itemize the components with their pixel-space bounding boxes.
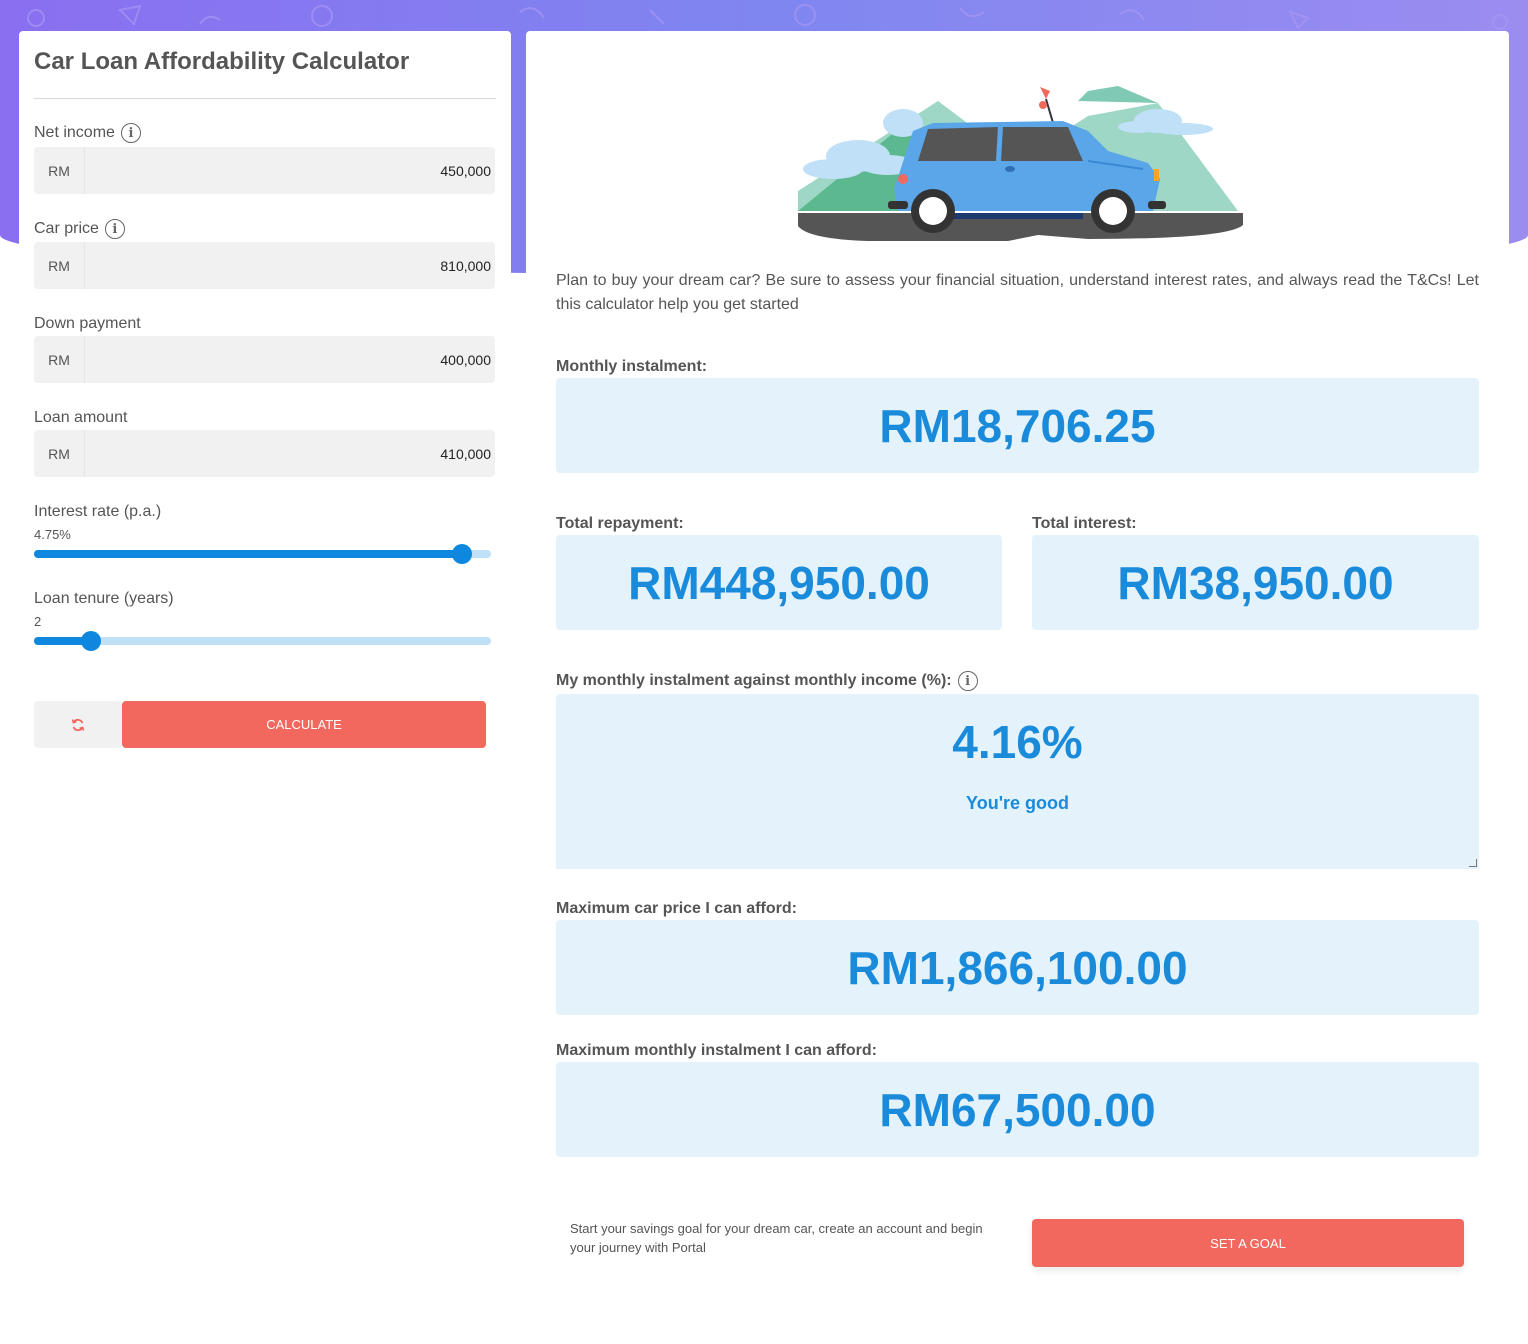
affordability-status[interactable]: You're good [556, 789, 1479, 869]
intro-text: Plan to buy your dream car? Be sure to a… [556, 272, 1479, 313]
max-monthly-instalment-value: RM67,500.00 [556, 1062, 1479, 1157]
results-panel: Plan to buy your dream car? Be sure to a… [526, 31, 1509, 1341]
car-price-label: Car price i [34, 219, 125, 239]
loan-amount-label-text: Loan amount [34, 409, 128, 426]
net-income-input[interactable]: RM 450,000 [34, 147, 495, 194]
resize-handle-icon[interactable] [1469, 859, 1477, 867]
loan-tenure-value: 2 [34, 614, 42, 629]
down-payment-value[interactable]: 400,000 [85, 352, 495, 368]
info-icon[interactable]: i [104, 219, 125, 239]
currency-prefix: RM [34, 336, 85, 383]
monthly-instalment-label: Monthly instalment: [556, 358, 708, 375]
calculator-title: Car Loan Affordability Calculator [34, 48, 410, 75]
currency-prefix: RM [34, 242, 85, 289]
net-income-label-text: Net income [34, 124, 115, 141]
loan-amount-input[interactable]: RM 410,000 [34, 430, 495, 477]
affordability-status-text: You're good [966, 793, 1069, 813]
interest-rate-label: Interest rate (p.a.) [34, 503, 162, 520]
down-payment-label: Down payment [34, 315, 141, 333]
car-price-label-text: Car price [34, 220, 99, 237]
net-income-value[interactable]: 450,000 [85, 163, 495, 179]
calculate-button[interactable]: CALCULATE [122, 701, 486, 748]
title-divider [34, 98, 496, 99]
currency-prefix: RM [34, 430, 85, 477]
interest-rate-slider[interactable] [34, 544, 491, 564]
monthly-instalment-value: RM18,706.25 [556, 378, 1479, 473]
savings-goal-text: Start your savings goal for your dream c… [570, 1221, 983, 1255]
slider-thumb[interactable] [452, 544, 473, 564]
car-illustration [798, 86, 1243, 241]
loan-amount-value[interactable]: 410,000 [85, 446, 495, 462]
instalment-vs-income-value: 4.16% [556, 694, 1479, 789]
loan-tenure-slider[interactable] [34, 631, 491, 651]
total-repayment-value: RM448,950.00 [556, 535, 1002, 630]
instalment-vs-income-label-text: My monthly instalment against monthly in… [556, 672, 952, 689]
max-monthly-instalment-label: Maximum monthly instalment I can afford: [556, 1042, 877, 1059]
loan-tenure-label: Loan tenure (years) [34, 590, 174, 607]
instalment-vs-income-label: My monthly instalment against monthly in… [556, 671, 978, 691]
down-payment-input[interactable]: RM 400,000 [34, 336, 495, 383]
refresh-icon [71, 718, 85, 731]
loan-amount-label: Loan amount [34, 409, 127, 427]
car-price-value[interactable]: 810,000 [85, 258, 495, 274]
currency-prefix: RM [34, 147, 85, 194]
calculator-panel: Car Loan Affordability Calculator Net in… [19, 31, 511, 1341]
set-goal-button[interactable]: SET A GOAL [1032, 1219, 1464, 1267]
net-income-label: Net income i [34, 123, 141, 143]
down-payment-label-text: Down payment [34, 315, 141, 332]
max-car-price-value: RM1,866,100.00 [556, 920, 1479, 1015]
car-price-input[interactable]: RM 810,000 [34, 242, 495, 289]
total-repayment-label: Total repayment: [556, 515, 684, 532]
slider-fill [34, 550, 463, 558]
info-icon[interactable]: i [957, 671, 978, 691]
total-interest-value: RM38,950.00 [1032, 535, 1479, 630]
info-icon[interactable]: i [120, 123, 141, 143]
slider-thumb[interactable] [81, 631, 102, 651]
reset-button[interactable] [34, 701, 122, 748]
total-interest-label: Total interest: [1032, 515, 1137, 532]
interest-rate-value: 4.75% [34, 527, 71, 542]
max-car-price-label: Maximum car price I can afford: [556, 900, 797, 917]
